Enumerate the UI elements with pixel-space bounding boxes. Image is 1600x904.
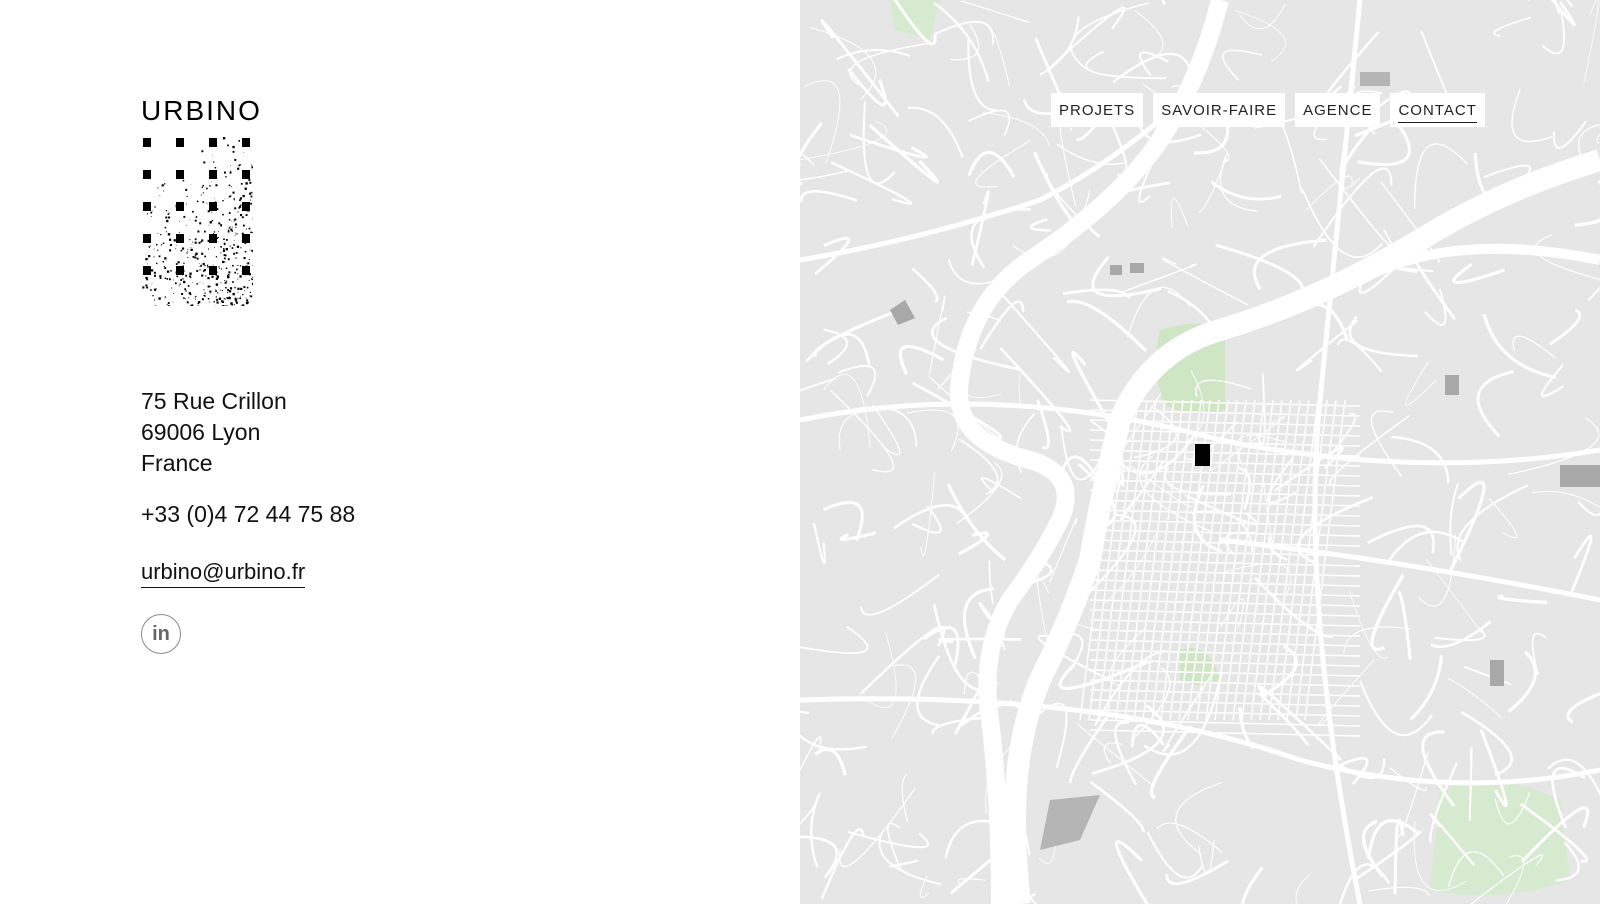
nav-item-agence[interactable]: AGENCE bbox=[1295, 93, 1381, 127]
main-nav: PROJETS SAVOIR-FAIRE AGENCE CONTACT bbox=[1051, 93, 1485, 127]
linkedin-button[interactable]: in bbox=[141, 614, 181, 654]
map-building bbox=[1130, 263, 1144, 273]
location-marker[interactable] bbox=[1195, 444, 1210, 466]
logo-texture-graphic bbox=[142, 137, 253, 306]
address-country: France bbox=[141, 450, 213, 476]
map-building bbox=[1360, 72, 1390, 86]
logo-wordmark: URBINO bbox=[141, 95, 262, 126]
nav-item-label: SAVOIR-FAIRE bbox=[1161, 102, 1278, 119]
map-building bbox=[1490, 660, 1504, 686]
address-block: 75 Rue Crillon 69006 Lyon France bbox=[141, 386, 287, 479]
nav-item-contact[interactable]: CONTACT bbox=[1390, 93, 1485, 127]
map-building bbox=[1445, 375, 1459, 395]
linkedin-icon: in bbox=[152, 622, 170, 645]
nav-item-label: CONTACT bbox=[1398, 102, 1477, 123]
map-building bbox=[1560, 465, 1600, 487]
phone-number[interactable]: +33 (0)4 72 44 75 88 bbox=[141, 499, 355, 529]
nav-item-label: AGENCE bbox=[1303, 102, 1373, 119]
address-street: 75 Rue Crillon bbox=[141, 388, 287, 414]
nav-item-savoir-faire[interactable]: SAVOIR-FAIRE bbox=[1153, 93, 1286, 127]
email-link[interactable]: urbino@urbino.fr bbox=[141, 558, 306, 588]
logo[interactable]: URBINO bbox=[141, 95, 262, 306]
nav-item-projets[interactable]: PROJETS bbox=[1051, 93, 1144, 127]
contact-panel: URBINO 75 Rue Crillon 69006 Lyon France … bbox=[0, 0, 800, 904]
address-city: 69006 Lyon bbox=[141, 419, 261, 445]
map-building bbox=[1110, 265, 1122, 275]
page: URBINO 75 Rue Crillon 69006 Lyon France … bbox=[0, 0, 1600, 904]
nav-item-label: PROJETS bbox=[1059, 102, 1136, 119]
